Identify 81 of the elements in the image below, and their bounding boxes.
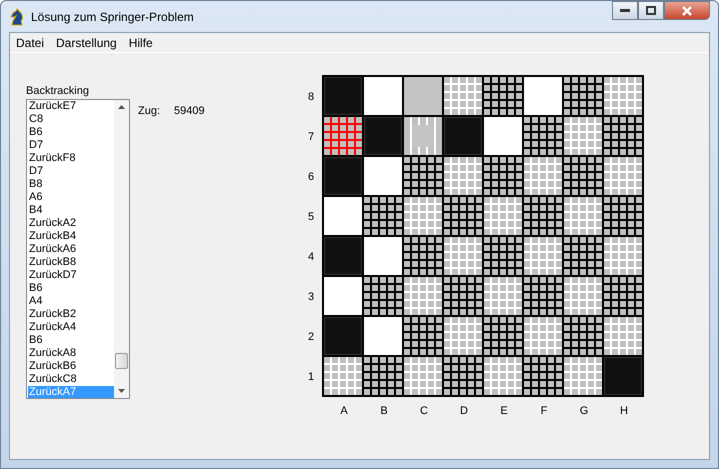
- menu-item[interactable]: Darstellung: [50, 36, 123, 50]
- board-square[interactable]: [484, 77, 522, 115]
- file-label: C: [419, 405, 429, 417]
- list-item[interactable]: ZurückD7: [28, 269, 114, 282]
- rank-label: 7: [308, 130, 316, 145]
- board-square[interactable]: [444, 197, 482, 235]
- list-item[interactable]: C8: [28, 113, 114, 126]
- list-item[interactable]: ZurückA6: [28, 243, 114, 256]
- board-square[interactable]: [364, 357, 402, 395]
- list-item[interactable]: ZurückB6: [28, 360, 114, 373]
- window-title: Lösung zum Springer-Problem: [31, 10, 195, 24]
- file-label: B: [379, 405, 389, 417]
- knight-icon: [9, 8, 25, 26]
- board-square[interactable]: [484, 237, 522, 275]
- list-item[interactable]: A4: [28, 295, 114, 308]
- scroll-down-icon[interactable]: [118, 389, 125, 393]
- list-item[interactable]: D7: [28, 139, 114, 152]
- board-square[interactable]: [484, 157, 522, 195]
- rank-label: 2: [308, 330, 316, 345]
- board-square[interactable]: [404, 157, 442, 195]
- list-item[interactable]: ZurückB4: [28, 230, 114, 243]
- list-item[interactable]: B6: [28, 282, 114, 295]
- board-square[interactable]: [604, 197, 642, 235]
- scroll-thumb[interactable]: [115, 353, 128, 369]
- board-square[interactable]: [364, 277, 402, 315]
- board-square[interactable]: [524, 277, 562, 315]
- file-label: E: [499, 405, 509, 417]
- rank-label: 6: [308, 170, 316, 185]
- list-item[interactable]: B8: [28, 178, 114, 191]
- move-count: 59409: [174, 105, 205, 119]
- board-square[interactable]: [564, 317, 602, 355]
- list-label: Backtracking: [26, 85, 89, 99]
- board-square[interactable]: [564, 77, 602, 115]
- board-square[interactable]: [604, 277, 642, 315]
- board-square[interactable]: [404, 237, 442, 275]
- rank-label: 3: [308, 290, 316, 305]
- list-item[interactable]: B6: [28, 126, 114, 139]
- scroll-up-icon[interactable]: [118, 105, 125, 109]
- file-label: H: [619, 405, 629, 417]
- menu-item[interactable]: Hilfe: [122, 36, 159, 50]
- scrollbar[interactable]: [114, 100, 129, 398]
- maximize-icon: [646, 6, 656, 15]
- rank-label: 5: [308, 210, 316, 225]
- board-square[interactable]: [524, 357, 562, 395]
- move-label: Zug:: [138, 105, 160, 119]
- rank-label: 1: [308, 370, 316, 385]
- list-item[interactable]: ZurückA4: [28, 321, 114, 334]
- board-square[interactable]: [524, 197, 562, 235]
- board-square[interactable]: [444, 357, 482, 395]
- menu-item[interactable]: Datei: [10, 36, 50, 50]
- list-item[interactable]: ZurückA2: [28, 217, 114, 230]
- file-label: A: [339, 405, 349, 417]
- close-icon: [681, 6, 693, 16]
- file-label: G: [578, 405, 590, 417]
- file-label: D: [459, 405, 469, 417]
- board-square[interactable]: [364, 197, 402, 235]
- board-square[interactable]: [484, 317, 522, 355]
- list-item[interactable]: D7: [28, 165, 114, 178]
- list-item[interactable]: ZurückB2: [28, 308, 114, 321]
- list-item[interactable]: ZurückB8: [28, 256, 114, 269]
- list-item[interactable]: B4: [28, 204, 114, 217]
- board-square[interactable]: [524, 117, 562, 155]
- board-square[interactable]: [564, 237, 602, 275]
- board-square[interactable]: [564, 157, 602, 195]
- list-item[interactable]: B6: [28, 334, 114, 347]
- board-square[interactable]: [404, 317, 442, 355]
- backtracking-list[interactable]: ZurückE7 C8 B6 D7 ZurückF8 D7 B8 A6 B4 ZurückA2 ZurückB4 ZurückA6 ZurückB8 ZurückD7 B6 A4 ZurückB2 ZurückA4 B6 ZurückA8 ZurückB6 ZurückC8 ZurückA7: [26, 99, 130, 399]
- rank-label: 8: [308, 90, 316, 105]
- list-item[interactable]: ZurückE7: [28, 100, 114, 113]
- file-label: F: [540, 405, 548, 417]
- maximize-button[interactable]: [638, 1, 664, 20]
- list-item[interactable]: ZurückF8: [28, 152, 114, 165]
- minimize-button[interactable]: [612, 1, 638, 20]
- rank-label: 4: [308, 250, 316, 265]
- close-button[interactable]: [664, 1, 710, 20]
- list-item[interactable]: ZurückA8: [28, 347, 114, 360]
- list-item[interactable]: A6: [28, 191, 114, 204]
- minimize-icon: [620, 8, 630, 12]
- list-item[interactable]: ZurückC8: [28, 373, 114, 386]
- board-square[interactable]: [444, 277, 482, 315]
- board-square[interactable]: [604, 117, 642, 155]
